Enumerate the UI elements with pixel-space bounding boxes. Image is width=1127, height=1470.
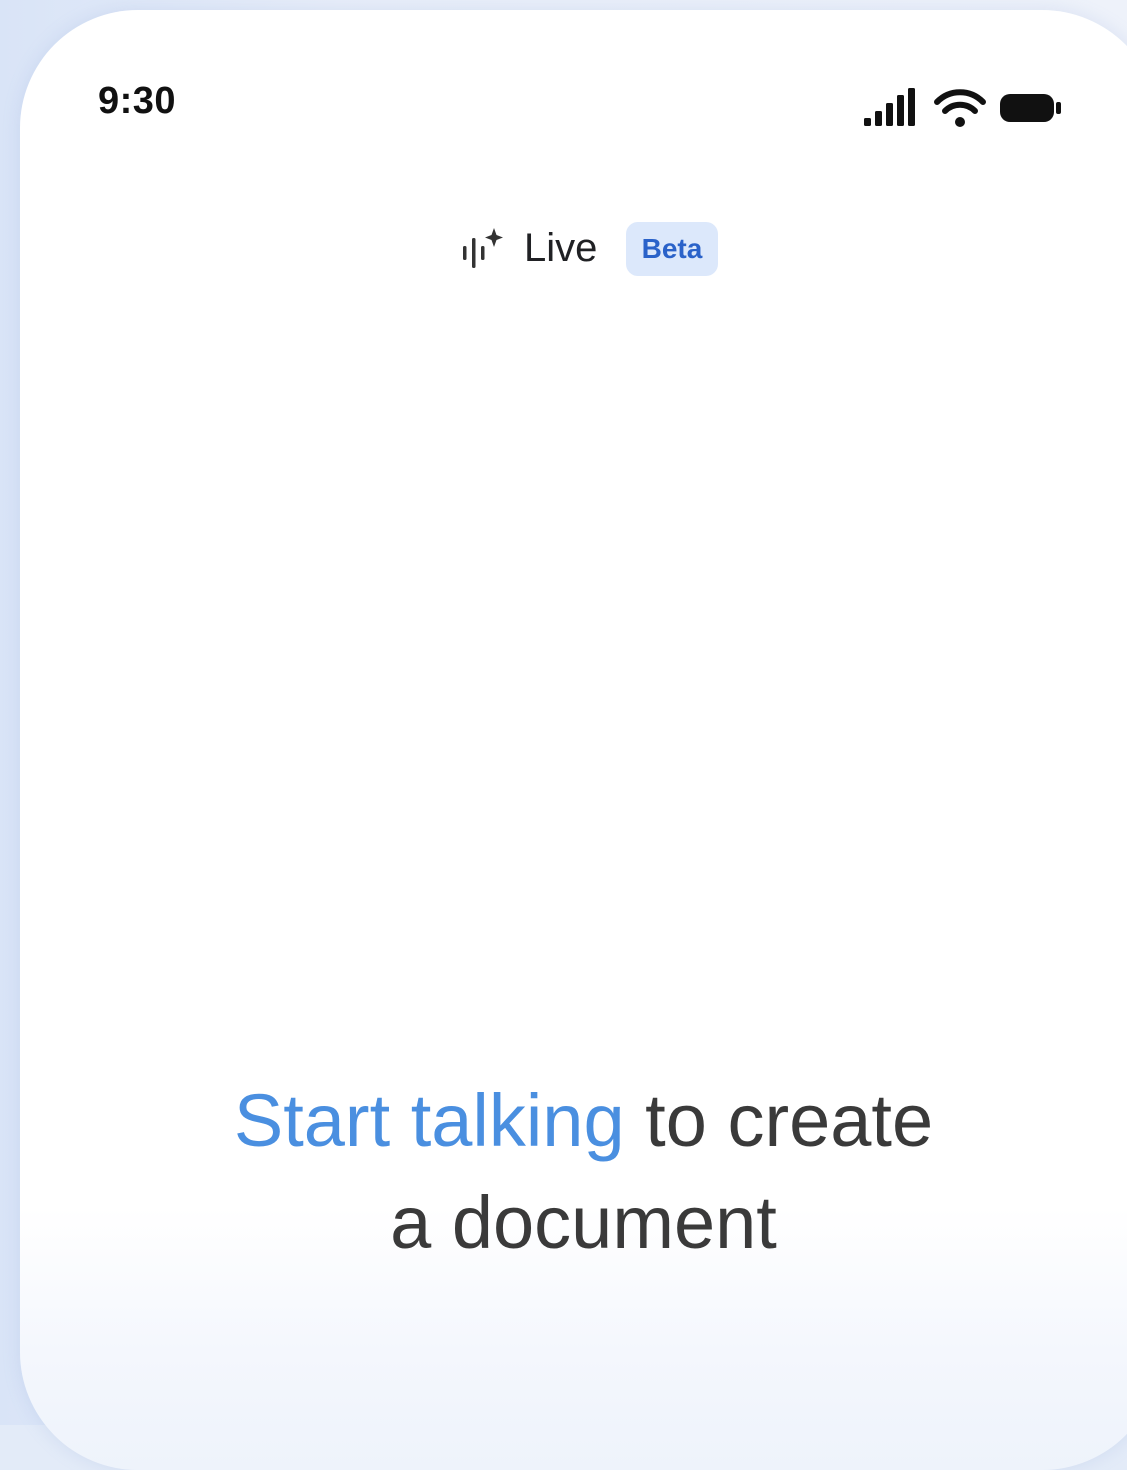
live-waveform-sparkle-icon [463, 228, 503, 268]
signal-icon [864, 88, 915, 126]
prompt-highlight: Start talking [233, 1079, 625, 1162]
beta-badge: Beta [626, 222, 718, 276]
live-title: Live [524, 226, 598, 270]
status-icons [862, 88, 1062, 132]
wifi-icon [934, 89, 986, 127]
status-time: 9:30 [98, 80, 177, 122]
prompt-line1-rest: to create [624, 1079, 934, 1162]
phone-screen: 9:30 Live Beta Start talking to create a… [20, 10, 1127, 1470]
prompt-line2: a document [390, 1181, 777, 1264]
start-talking-prompt: Start talking to create a document [20, 1070, 1127, 1274]
battery-icon [1000, 94, 1061, 122]
header: Live Beta [20, 220, 1127, 280]
